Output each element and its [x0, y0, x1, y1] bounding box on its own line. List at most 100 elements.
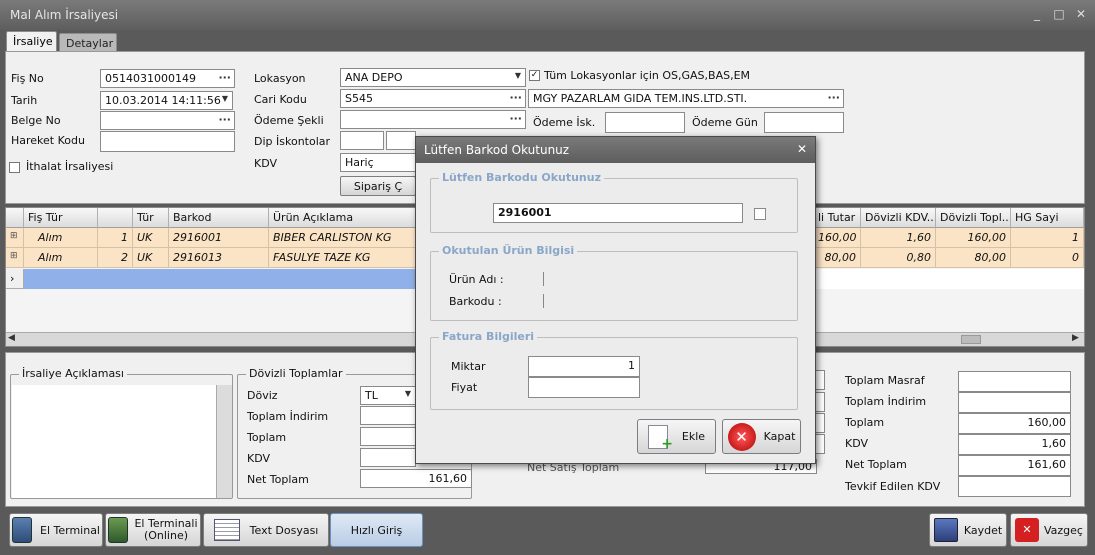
chevron-down-icon[interactable]: ▼ [222, 94, 228, 103]
dovizli-kdv-field[interactable] [360, 448, 416, 467]
text-dosyasi-label: Text Dosyası [249, 523, 319, 537]
belge-no-label: Belge No [11, 114, 61, 127]
toplam-label: Toplam [845, 416, 885, 429]
kdv-total-field[interactable]: 1,60 [958, 434, 1071, 455]
cell-barkod: 2916001 [169, 228, 269, 248]
scroll-left-icon[interactable]: ◀ [8, 333, 15, 343]
belge-no-field[interactable]: ··· [100, 111, 235, 130]
cancel-icon: ✕ [1015, 518, 1039, 542]
grid-header-barkod[interactable]: Barkod [169, 208, 269, 228]
tum-lokasyon-label: Tüm Lokasyonlar için OS,GAS,BAS,EM [544, 69, 751, 82]
ellipsis-icon[interactable]: ··· [218, 113, 231, 126]
dovizli-kdv-label: KDV [247, 452, 271, 465]
dovizli-net-toplam-field[interactable]: 161,60 [360, 469, 472, 488]
tab-detaylar[interactable]: Detaylar [59, 33, 117, 51]
expand-icon[interactable]: ⊞ [6, 228, 24, 248]
row-pointer-icon: › [6, 269, 24, 289]
aciklama-textarea[interactable] [12, 385, 232, 498]
kaydet-button[interactable]: Kaydet [929, 513, 1007, 547]
text-dosyasi-button[interactable]: Text Dosyası [203, 513, 329, 547]
cell-aciklama: BIBER CARLISTON KG [269, 228, 419, 248]
el-terminal-button[interactable]: El Terminal [9, 513, 103, 547]
ellipsis-icon[interactable]: ··· [509, 91, 522, 104]
kdv-value: Hariç [345, 156, 374, 169]
barcode-checkbox[interactable] [754, 208, 766, 220]
cari-kodu-field[interactable]: S545 ··· [340, 89, 526, 108]
lokasyon-select[interactable]: ANA DEPO ▼ [340, 68, 526, 87]
miktar-input[interactable]: 1 [528, 356, 640, 377]
minimize-icon[interactable]: _ [1028, 6, 1046, 22]
kdv-select[interactable]: Hariç [340, 153, 416, 172]
toplam-masraf-field[interactable] [958, 371, 1071, 392]
siparis-button[interactable]: Sipariş Ç [340, 176, 416, 196]
tum-lokasyon-checkbox[interactable]: ✓ [529, 70, 540, 81]
tevkif-field[interactable] [958, 476, 1071, 497]
cell-no: 1 [98, 228, 133, 248]
hizli-giris-button[interactable]: Hızlı Giriş [330, 513, 423, 547]
dialog-close-icon[interactable]: ✕ [797, 142, 807, 156]
el-terminal-online-button[interactable]: El Terminali (Online) [105, 513, 201, 547]
fis-no-field[interactable]: 0514031000149 ··· [100, 69, 235, 88]
aciklama-scrollbar[interactable] [216, 385, 232, 498]
ellipsis-icon[interactable]: ··· [509, 112, 522, 125]
scroll-right-icon[interactable]: ▶ [1072, 333, 1079, 343]
ellipsis-icon[interactable]: ··· [218, 71, 231, 84]
cell-aciklama: FASULYE TAZE KG [269, 248, 419, 268]
vazgec-button[interactable]: ✕ Vazgeç [1010, 513, 1088, 547]
toplam-indirim-field[interactable] [958, 392, 1071, 413]
cell-tur: UK [133, 228, 169, 248]
doviz-label: Döviz [247, 389, 278, 402]
ekle-button[interactable]: + Ekle [637, 419, 716, 454]
grid-header-dovizli-kdv[interactable]: Dövizli KDV... [861, 208, 936, 228]
maximize-icon[interactable]: □ [1050, 6, 1068, 22]
expand-icon[interactable]: ⊞ [6, 248, 24, 268]
dip-iskonto-1[interactable] [340, 131, 384, 150]
hidden-field-edge [816, 434, 825, 454]
miktar-value: 1 [628, 359, 635, 372]
window-titlebar: Mal Alım İrsaliyesi _ □ ✕ [0, 0, 1095, 30]
doviz-select[interactable]: TL ▼ [360, 386, 416, 405]
hareket-kodu-field[interactable] [100, 131, 235, 152]
cari-name-field[interactable]: MGY PAZARLAM GIDA TEM.INS.LTD.STI. ··· [528, 89, 844, 108]
dip-iskonto-2[interactable] [386, 131, 416, 150]
new-row-cells[interactable] [814, 269, 1084, 289]
chevron-down-icon[interactable]: ▼ [515, 71, 521, 80]
cell-toplam: 160,00 [936, 228, 1011, 248]
grid-header-fis-tur[interactable]: Fiş Tür [24, 208, 98, 228]
close-icon[interactable]: ✕ [1072, 6, 1090, 22]
grid-header-urun-aciklama[interactable]: Ürün Açıklama [269, 208, 419, 228]
tarih-field[interactable]: 10.03.2014 14:11:56 ▼ [100, 91, 233, 110]
save-icon [933, 518, 958, 542]
grid-header-hg-sayi[interactable]: HG Sayi [1011, 208, 1084, 228]
net-toplam-field[interactable]: 161,60 [958, 455, 1071, 476]
fiyat-input[interactable] [528, 377, 640, 398]
odeme-isk-field[interactable] [605, 112, 685, 133]
grid-header-dovizli-toplam[interactable]: Dövizli Topl... [936, 208, 1011, 228]
tab-irsaliye[interactable]: İrsaliye [6, 31, 57, 51]
chevron-down-icon[interactable]: ▼ [405, 389, 411, 398]
cell-kdv: 0,80 [861, 248, 936, 268]
cell-toplam: 80,00 [936, 248, 1011, 268]
kapat-button[interactable]: ✕ Kapat [722, 419, 801, 454]
odeme-gun-field[interactable] [764, 112, 844, 133]
barcode-group-title: Lütfen Barkodu Okutunuz [439, 171, 605, 184]
dovizli-toplam-indirim-field[interactable] [360, 406, 416, 425]
toplam-field[interactable]: 160,00 [958, 413, 1071, 434]
cell-hg: 0 [1011, 248, 1084, 268]
net-toplam-value: 161,60 [1027, 458, 1067, 471]
dovizli-toplam-field[interactable] [360, 427, 416, 446]
grid-header-no[interactable] [98, 208, 133, 228]
hidden-field-edge [816, 392, 825, 412]
cell-tur: UK [133, 248, 169, 268]
grid-header-tutar[interactable]: li Tutar [814, 208, 861, 228]
grid-header-tur[interactable]: Tür [133, 208, 169, 228]
ithalat-checkbox[interactable] [9, 162, 20, 173]
ellipsis-icon[interactable]: ··· [827, 91, 840, 104]
odeme-sekli-field[interactable]: ··· [340, 110, 526, 129]
siparis-button-label: Sipariş Ç [353, 179, 403, 193]
el-terminal-online-text: El Terminali (Online) [134, 518, 197, 542]
toplam-masraf-label: Toplam Masraf [845, 374, 925, 387]
scroll-thumb[interactable] [961, 335, 981, 344]
barcode-input[interactable]: 2916001 [493, 203, 743, 223]
tarih-label: Tarih [11, 94, 38, 107]
